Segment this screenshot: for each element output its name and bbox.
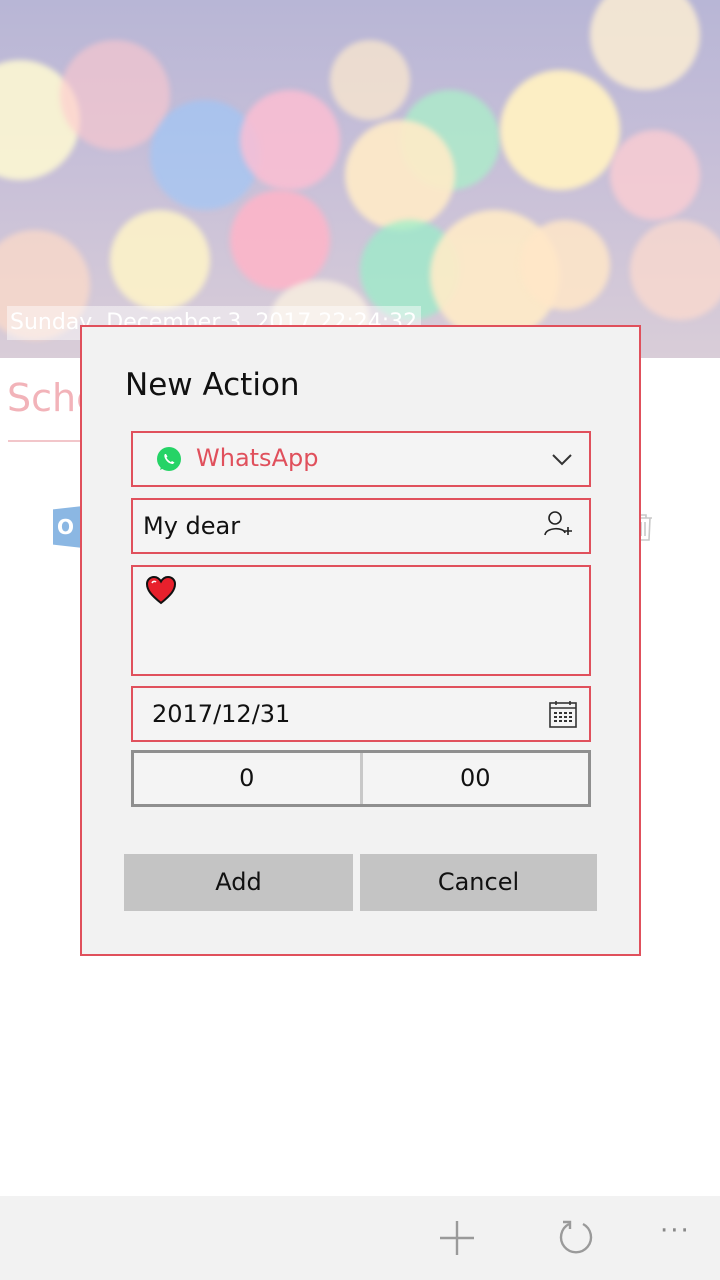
time-picker[interactable]: 0 00 [131,750,591,807]
contact-input[interactable] [143,508,523,544]
time-hour[interactable]: 0 [134,753,360,804]
contact-field[interactable] [131,498,591,554]
heart-emoji-icon [145,575,177,605]
message-textarea[interactable] [131,565,591,676]
page-title: Schedule [7,376,87,420]
new-action-dialog: New Action WhatsApp 2017/12/31 [80,325,641,956]
whatsapp-icon [157,447,181,471]
date-value: 2017/12/31 [152,700,291,728]
header-bokeh-image: Sunday, December 3, 2017 22:24:32 [0,0,720,358]
outlook-icon[interactable]: O [53,506,83,548]
add-contact-icon[interactable] [543,509,573,539]
add-button[interactable]: Add [124,854,353,911]
dialog-title: New Action [125,367,300,403]
page-title-underline [8,440,88,442]
time-minute[interactable]: 00 [363,753,589,804]
app-select-dropdown[interactable]: WhatsApp [131,431,591,487]
date-picker[interactable]: 2017/12/31 [131,686,591,742]
cancel-button[interactable]: Cancel [360,854,597,911]
more-icon[interactable]: ··· [660,1216,691,1246]
bottom-app-bar: ··· [0,1196,720,1280]
refresh-icon[interactable] [557,1218,597,1258]
calendar-icon[interactable] [549,700,577,728]
chevron-down-icon [552,454,572,466]
app-select-value: WhatsApp [196,444,319,472]
add-icon[interactable] [437,1218,477,1258]
